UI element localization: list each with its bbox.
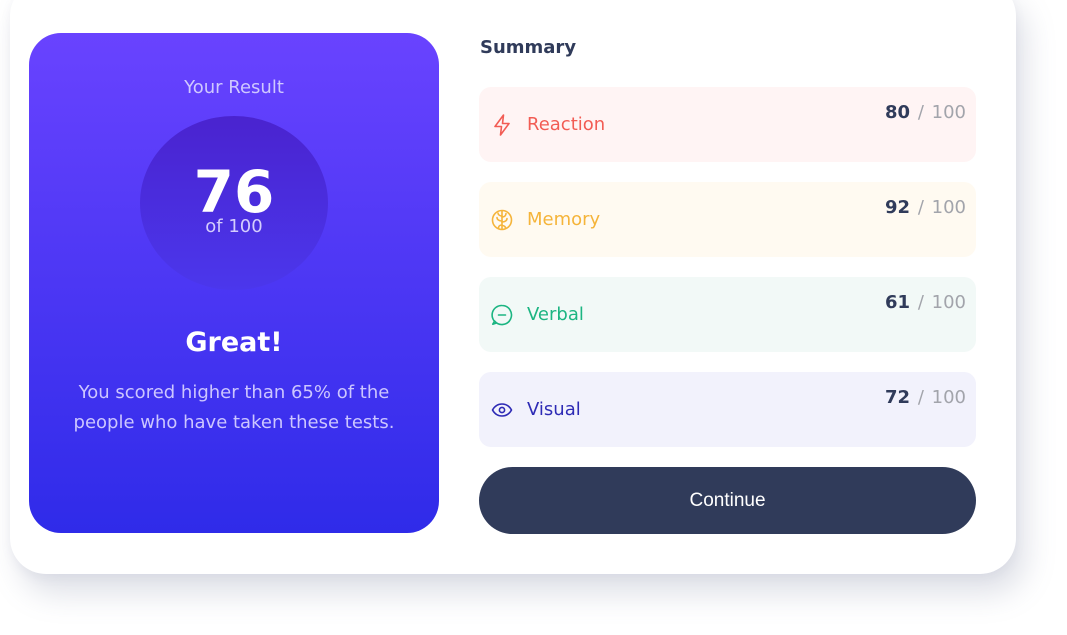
summary-item-label: Memory [527, 209, 601, 230]
chat-icon [490, 303, 514, 327]
summary-item-label: Verbal [527, 304, 584, 325]
summary-item-score: 72 / 100 [885, 387, 966, 408]
score-max: 100 [931, 102, 966, 123]
score-max: 100 [931, 292, 966, 313]
score-circle: 76 of 100 [140, 116, 328, 290]
score-separator: / [917, 292, 924, 313]
summary-item-score: 61 / 100 [885, 292, 966, 313]
score-separator: / [917, 102, 924, 123]
score-separator: / [917, 197, 924, 218]
result-message: You scored higher than 65% of the people… [73, 382, 395, 433]
summary-item-label: Visual [527, 399, 581, 420]
score-separator: / [917, 387, 924, 408]
score-value: 92 [885, 197, 911, 218]
continue-button[interactable]: Continue [479, 467, 976, 534]
score-value: 61 [885, 292, 911, 313]
brain-icon [490, 208, 514, 232]
lightning-icon [490, 113, 514, 137]
score-max: 100 [931, 387, 966, 408]
summary-item-score: 80 / 100 [885, 102, 966, 123]
result-verdict: Great! [185, 327, 283, 358]
score-value: 76 [193, 158, 275, 226]
summary-item-verbal: Verbal 61 / 100 [479, 277, 976, 352]
score-value: 72 [885, 387, 911, 408]
summary-item-visual: Visual 72 / 100 [479, 372, 976, 447]
score-value: 80 [885, 102, 911, 123]
eye-icon [490, 398, 514, 422]
result-panel: Your Result 76 of 100 Great! You scored … [29, 33, 439, 533]
summary-title: Summary [480, 37, 577, 58]
score-of-label: of 100 [205, 216, 263, 237]
summary-item-memory: Memory 92 / 100 [479, 182, 976, 257]
summary-item-reaction: Reaction 80 / 100 [479, 87, 976, 162]
summary-item-label: Reaction [527, 114, 606, 135]
result-title: Your Result [184, 77, 284, 98]
summary-item-score: 92 / 100 [885, 197, 966, 218]
score-max: 100 [931, 197, 966, 218]
